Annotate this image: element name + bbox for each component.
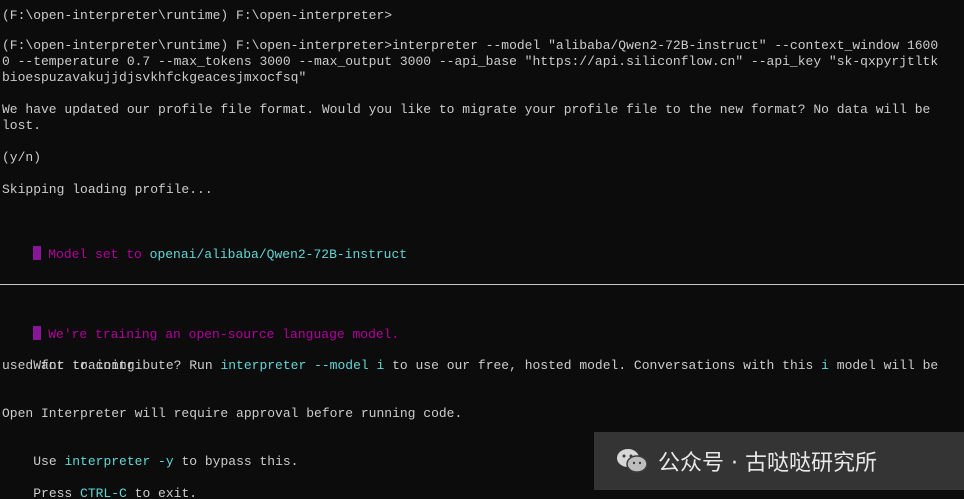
exit-key: CTRL-C xyxy=(80,486,127,499)
terminal-line: (F:\open-interpreter\runtime) F:\open-in… xyxy=(2,38,939,53)
bypass-text: to bypass this. xyxy=(173,454,299,469)
bypass-command: interpreter -y xyxy=(64,454,174,469)
terminal-line: lost. xyxy=(2,118,42,133)
model-set-line: Model set to openai/alibaba/Qwen2-72B-in… xyxy=(2,230,407,262)
training-notice: We're training an open-source language m… xyxy=(48,327,400,342)
bypass-line: Use interpreter -y to bypass this. xyxy=(2,438,298,469)
model-name: openai/alibaba/Qwen2-72B-instruct xyxy=(149,247,408,262)
contribute-line-2: used for training. xyxy=(2,358,143,373)
terminal-line: 0 --temperature 0.7 --max_tokens 3000 --… xyxy=(2,54,939,69)
block-marker-icon xyxy=(33,326,42,340)
exit-line: Press CTRL-C to exit. xyxy=(2,470,197,499)
terminal-line: bioespuzavakujjdjsvkhfckgeacesjmxocfsq" xyxy=(2,70,307,85)
exit-text: to exit. xyxy=(126,486,198,499)
contribute-line: Want to contribute? Run interpreter --mo… xyxy=(2,342,938,373)
watermark-text: 公众号 · 古哒哒研究所 xyxy=(658,451,877,476)
bypass-text: Use xyxy=(33,454,65,469)
contribute-command: interpreter --model i xyxy=(220,358,385,373)
model-set-label: Model set to xyxy=(48,247,150,262)
terminal-window[interactable]: (F:\open-interpreter\runtime) F:\open-in… xyxy=(0,0,964,499)
approval-line: Open Interpreter will require approval b… xyxy=(2,406,463,421)
terminal-line: (y/n) xyxy=(2,150,42,165)
wechat-icon xyxy=(616,447,648,475)
terminal-line: (F:\open-interpreter\runtime) F:\open-in… xyxy=(2,8,393,23)
exit-text: Press xyxy=(33,486,81,499)
terminal-line: We have updated our profile file format.… xyxy=(2,102,931,117)
separator-rule xyxy=(0,284,964,285)
watermark: 公众号 · 古哒哒研究所 xyxy=(594,432,964,490)
terminal-line: Skipping loading profile... xyxy=(2,182,213,197)
contribute-text: model will be xyxy=(828,358,939,373)
training-notice-line: We're training an open-source language m… xyxy=(2,310,399,342)
contribute-model-i: i xyxy=(821,358,829,373)
contribute-text: to use our free, hosted model. Conversat… xyxy=(384,358,822,373)
block-marker-icon xyxy=(33,246,42,260)
